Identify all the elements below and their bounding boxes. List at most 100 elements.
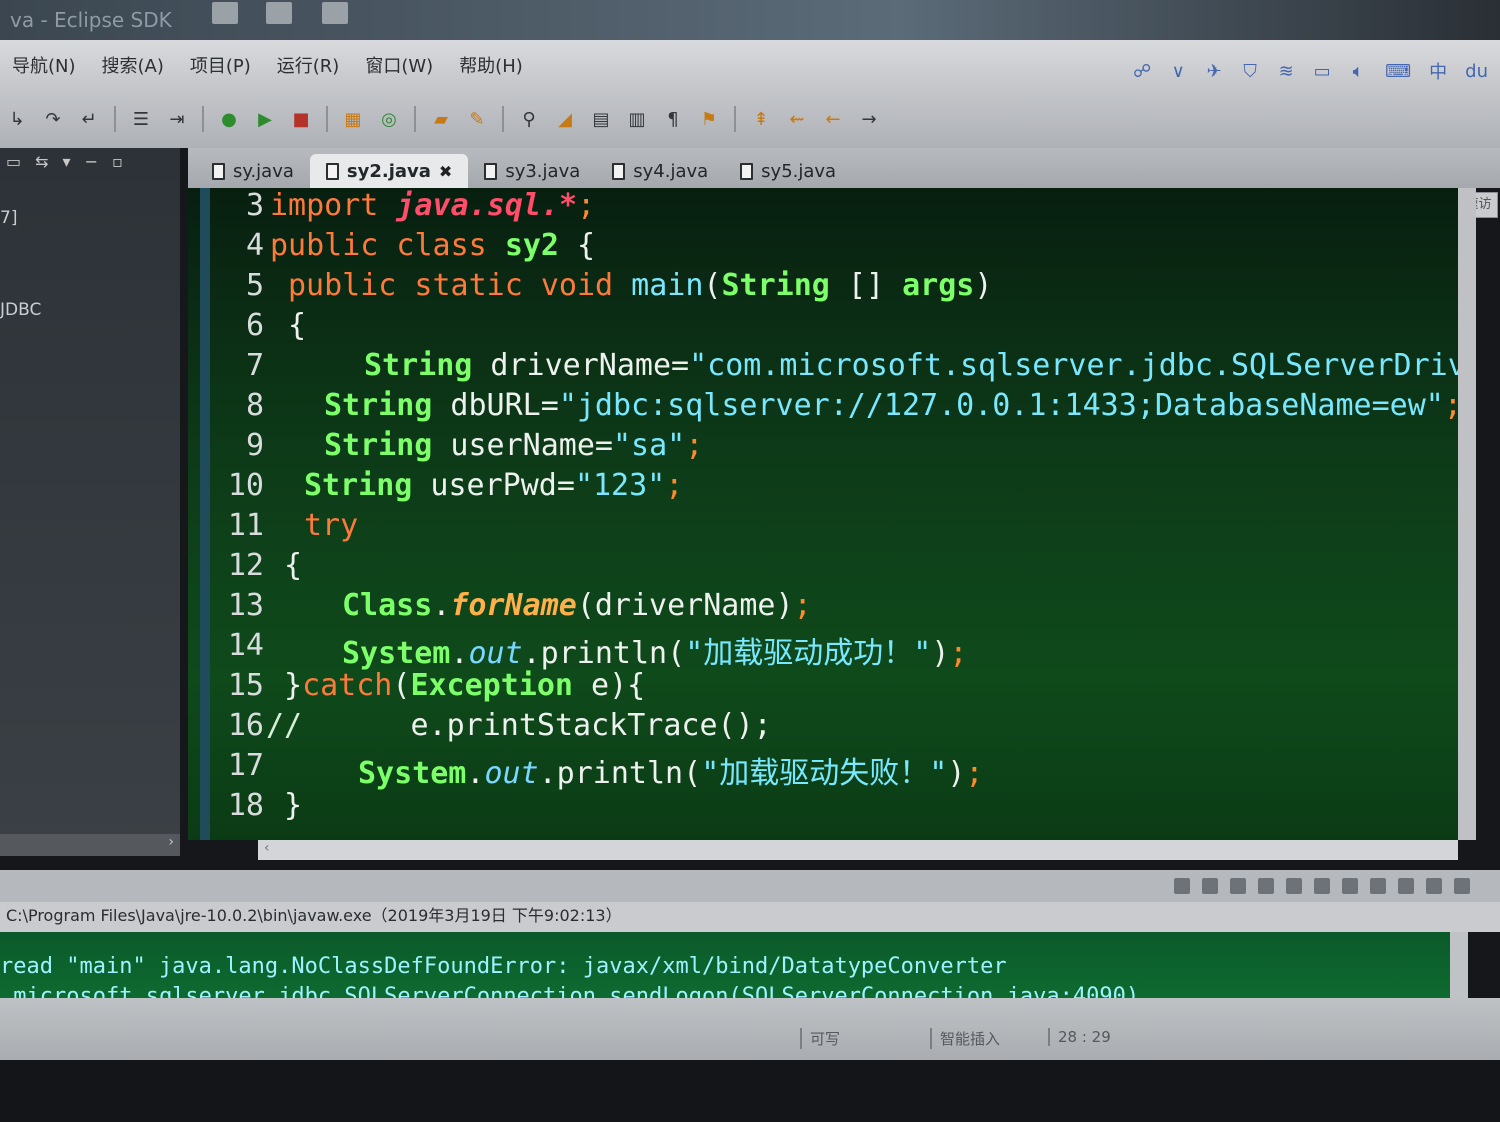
open-folder-icon[interactable]: ▰ [430, 108, 452, 130]
tree-item[interactable]: 7] [0, 208, 17, 228]
keyword: import [270, 188, 397, 223]
pencil-icon[interactable]: ✎ [466, 108, 488, 130]
code-text: userName= [432, 428, 613, 463]
view-menu-icon[interactable]: ▾ [63, 152, 71, 174]
volume-icon[interactable]: 🔈︎ [1349, 61, 1367, 82]
line-number: 16 [227, 708, 264, 743]
code-area[interactable]: 3 4 5 6 7 8 9 10 11 12 13 14 15 16 17 18… [188, 188, 1458, 840]
wifi-icon[interactable]: ≋ [1277, 61, 1295, 82]
line-number: 17 [227, 748, 264, 783]
word-wrap-icon[interactable] [1314, 878, 1330, 894]
link-editor-icon[interactable]: ⇆ [35, 152, 48, 174]
code-line-4: public class sy2 { [270, 228, 595, 263]
tab-label: sy.java [233, 160, 294, 182]
save-icon[interactable] [266, 2, 292, 24]
open-console-icon[interactable] [1398, 878, 1414, 894]
annotation-icon[interactable]: ⚑ [698, 108, 720, 130]
debug-icon[interactable]: ● [218, 108, 240, 130]
block-selection-icon[interactable]: ▥ [626, 108, 648, 130]
maximize-icon[interactable]: ▫ [112, 152, 123, 174]
vertical-scrollbar[interactable] [1450, 932, 1468, 998]
tools-icon[interactable] [322, 2, 348, 24]
line-number: 18 [227, 788, 264, 823]
tree-item-jdbc[interactable]: JDBC [0, 300, 41, 320]
console-line: microsoft.sqlserver.jdbc.SQLServerConnec… [0, 984, 1140, 998]
scroll-lock-icon[interactable] [1286, 878, 1302, 894]
keyword: try [304, 508, 359, 543]
highlight-icon[interactable]: ◢ [554, 108, 576, 130]
open-task-icon[interactable]: ▤ [590, 108, 612, 130]
line-number: 15 [227, 668, 264, 703]
vertical-scrollbar[interactable] [1458, 188, 1476, 840]
menu-navigate[interactable]: 导航(N) [12, 52, 76, 78]
code-text: . [450, 636, 469, 671]
baidu-icon[interactable]: du [1465, 61, 1488, 82]
last-edit-icon[interactable]: ⇜ [786, 108, 808, 130]
menu-run[interactable]: 运行(R) [277, 52, 340, 78]
type-name: String [324, 388, 433, 423]
people-icon[interactable]: ☍ [1133, 61, 1151, 82]
cursor-position: 28 : 29 [1048, 1028, 1111, 1046]
menu-window[interactable]: 窗口(W) [365, 52, 433, 78]
display-console-icon[interactable] [1370, 878, 1386, 894]
code-line-7: String driverName="com.microsoft.sqlserv… [364, 348, 1458, 383]
whitespace-icon[interactable]: ¶ [662, 108, 684, 130]
run-icon[interactable]: ▶ [254, 108, 276, 130]
menu-search[interactable]: 搜索(A) [102, 52, 164, 78]
remove-launch-icon[interactable] [1202, 878, 1218, 894]
line-number: 9 [245, 428, 264, 463]
horizontal-scrollbar[interactable]: ‹ [258, 840, 1458, 860]
code-text: .println( [538, 756, 702, 791]
step-return-icon[interactable]: ↵ [78, 108, 100, 130]
ime-label[interactable]: 中 [1429, 58, 1447, 84]
step-into-icon[interactable]: ↳ [6, 108, 28, 130]
terminate-icon[interactable] [1174, 878, 1190, 894]
new-class-icon[interactable]: ◎ [378, 108, 400, 130]
code-line-11: try [304, 508, 358, 543]
code-text: { [284, 548, 303, 583]
shield-icon[interactable]: ⛉ [1241, 61, 1259, 82]
new-package-icon[interactable]: ▦ [342, 108, 364, 130]
method-name: main [631, 268, 704, 303]
menu-lines-icon[interactable]: ☰ [130, 108, 152, 130]
code-line-9: String userName="sa"; [324, 428, 703, 463]
console-output[interactable]: read "main" java.lang.NoClassDefFoundErr… [0, 932, 1450, 998]
pin-icon[interactable]: ✈ [1205, 61, 1223, 82]
step-over-icon[interactable]: ↷ [42, 108, 64, 130]
tab-sy-java[interactable]: sy.java [196, 154, 310, 188]
external-tools-icon[interactable]: ■ [290, 108, 312, 130]
clear-console-icon[interactable] [1258, 878, 1274, 894]
menu-project[interactable]: 项目(P) [190, 52, 251, 78]
pin-console-icon[interactable] [1342, 878, 1358, 894]
battery-icon[interactable]: ▭ [1313, 61, 1331, 82]
tab-sy2-java[interactable]: sy2.java ✖ [309, 154, 469, 188]
collapse-icon[interactable]: ▭ [6, 152, 21, 174]
line-number: 11 [227, 508, 264, 543]
minimize-icon[interactable] [1426, 878, 1442, 894]
line-number: 3 [245, 188, 264, 223]
keyboard-icon[interactable]: ⌨ [1385, 61, 1411, 82]
package-explorer-toolbar: ▭ ⇆ ▾ − ▫ [0, 148, 180, 178]
string-literal: "jdbc:sqlserver://127.0.0.1:1433;Databas… [558, 388, 1444, 423]
chevron-down-icon[interactable]: ∨ [1169, 61, 1187, 82]
search-icon[interactable]: ⚲ [518, 108, 540, 130]
java-file-icon [612, 162, 626, 180]
code-line-15: }catch(Exception e){ [284, 668, 645, 703]
line-number: 7 [245, 348, 264, 383]
tab-sy5-java[interactable]: sy5.java [724, 154, 852, 188]
minimize-icon[interactable]: − [85, 152, 98, 174]
menu-help[interactable]: 帮助(H) [459, 52, 523, 78]
forward-icon[interactable]: → [858, 108, 880, 130]
prev-annotation-icon[interactable]: ⇞ [750, 108, 772, 130]
code-line-8: String dbURL="jdbc:sqlserver://127.0.0.1… [324, 388, 1458, 423]
window-control-icon[interactable] [212, 2, 238, 24]
horizontal-scrollbar[interactable]: › [0, 834, 180, 856]
tab-sy4-java[interactable]: sy4.java [596, 154, 724, 188]
use-step-filters-icon[interactable]: ⇥ [166, 108, 188, 130]
tab-sy3-java[interactable]: sy3.java [468, 154, 596, 188]
maximize-icon[interactable] [1454, 878, 1470, 894]
close-icon[interactable]: ✖ [439, 162, 452, 181]
monitor-bezel [0, 1060, 1500, 1122]
back-icon[interactable]: ← [822, 108, 844, 130]
remove-all-icon[interactable] [1230, 878, 1246, 894]
